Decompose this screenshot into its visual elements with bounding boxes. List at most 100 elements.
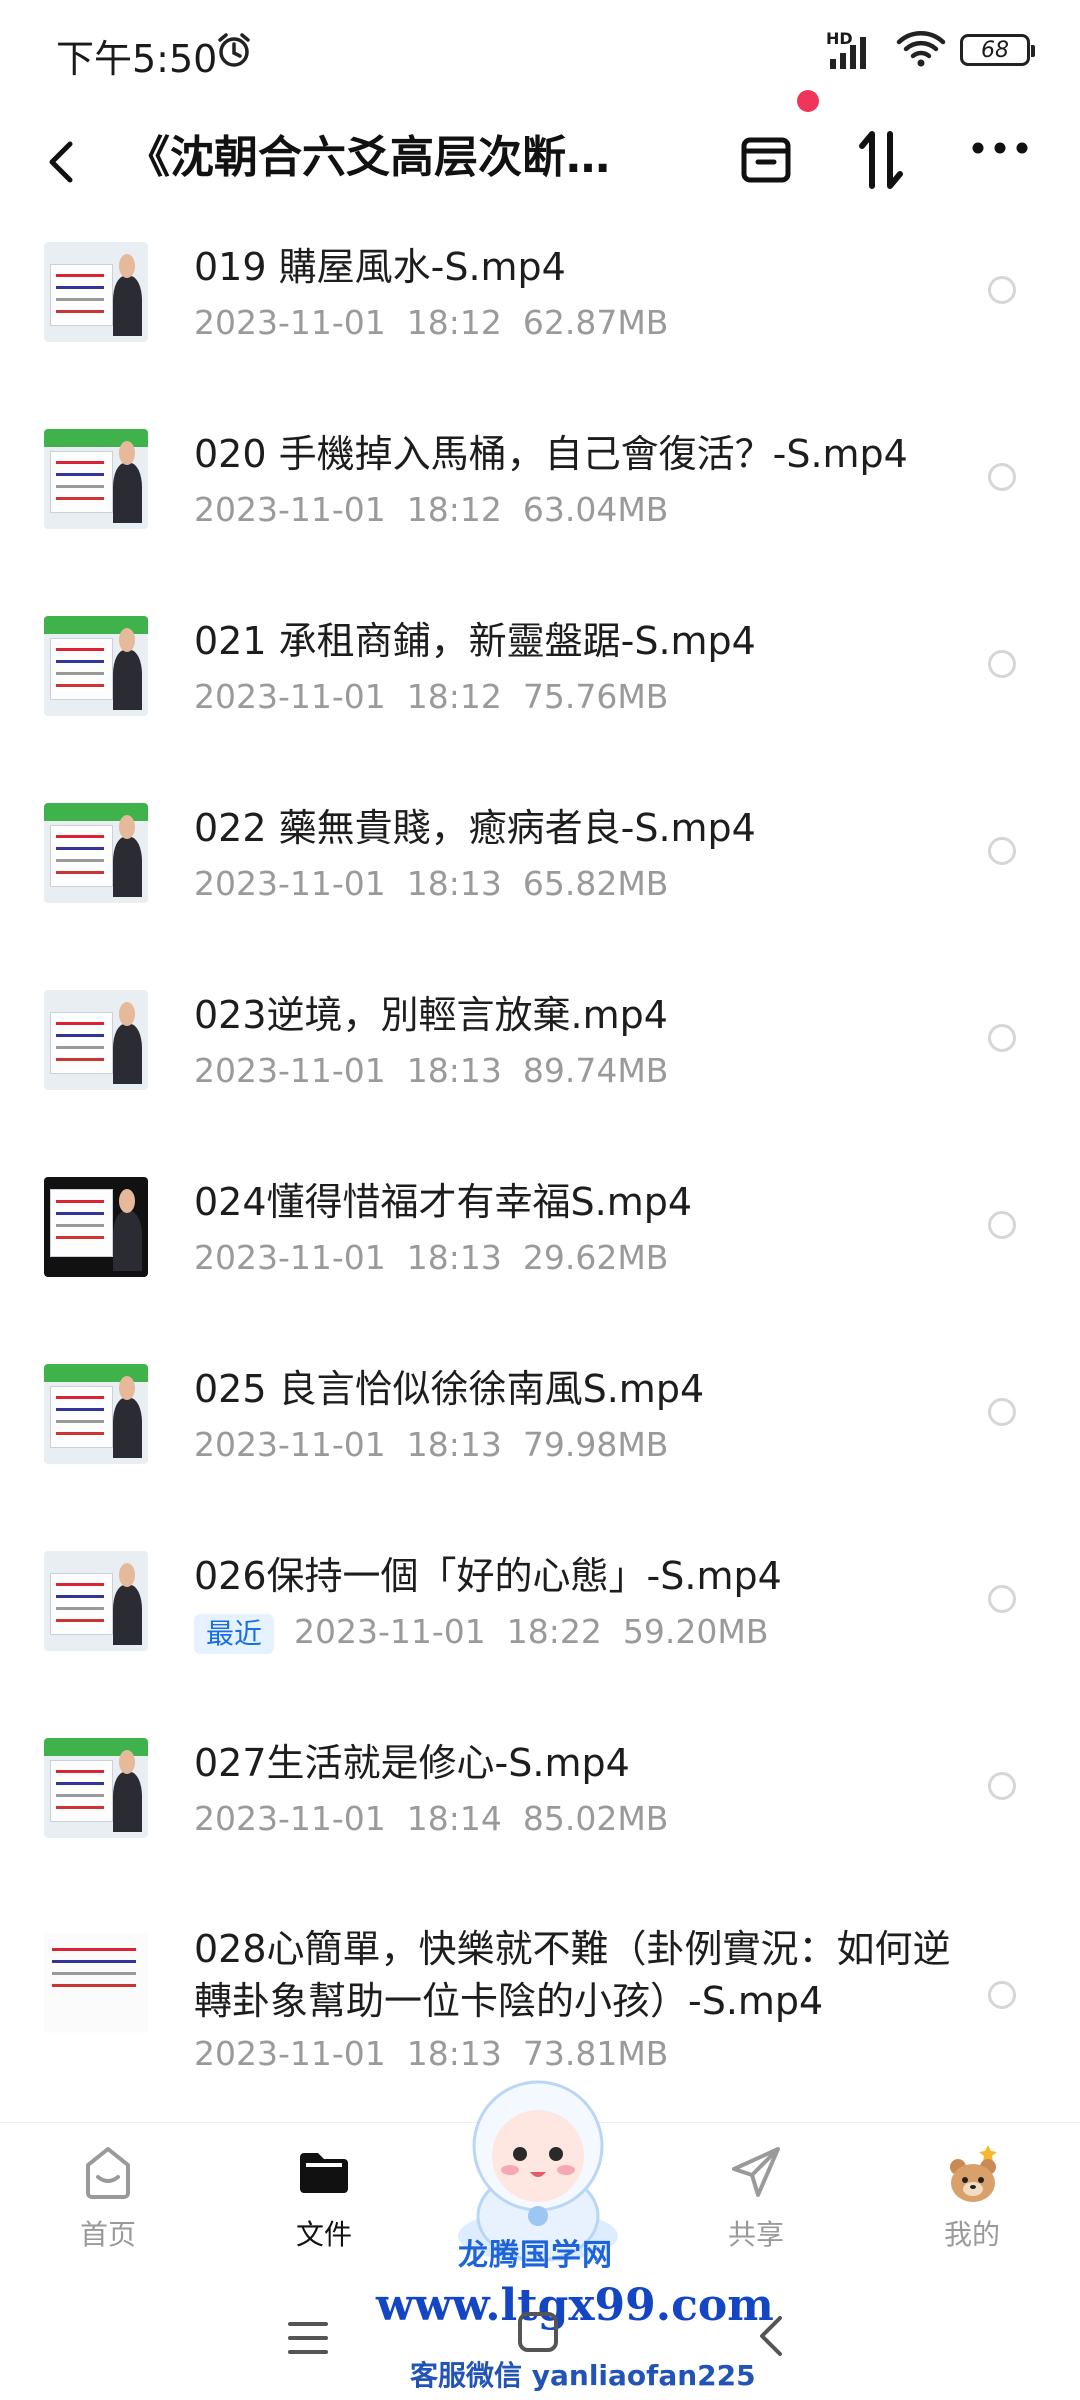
file-size: 29.62MB [522,1238,669,1277]
video-thumbnail [44,1364,148,1464]
bear-avatar-icon [944,2143,1004,2209]
file-name: 025 良言恰似徐徐南風S.mp4 [194,1367,705,1411]
battery-icon: 68 [960,34,1035,66]
cell-signal-icon: HD [826,29,882,71]
file-date: 2023-11-01 [194,1238,386,1277]
file-size: 75.76MB [522,677,669,716]
file-size: 85.02MB [522,1799,669,1838]
list-item[interactable]: 022 藥無貴賤，癒病者良-S.mp4 2023-11-01 18:13 65.… [0,781,1080,968]
file-name: 028心簡單，快樂就不難（卦例實況：如何逆轉卦象幫助一位卡陰的小孩）-S.mp4 [194,1927,951,2023]
nav-home[interactable]: 首页 [38,2123,178,2283]
list-item[interactable]: 027生活就是修心-S.mp4 2023-11-01 18:14 85.02MB [0,1716,1080,1903]
select-radio[interactable] [988,1585,1016,1613]
file-time: 18:13 [406,1425,502,1464]
video-thumbnail [44,990,148,1090]
nav-me[interactable]: 我的 [902,2123,1042,2283]
notification-dot [797,90,819,112]
home-icon [80,2143,136,2207]
file-meta: 2023-11-01 18:13 89.74MB [194,1048,668,1094]
file-time: 18:12 [406,677,502,716]
file-name: 020 手機掉入馬桶，自己會復活？-S.mp4 [194,432,908,476]
file-size: 79.98MB [522,1425,669,1464]
file-name: 019 購屋風水-S.mp4 [194,245,566,289]
file-name: 027生活就是修心-S.mp4 [194,1741,630,1785]
file-date: 2023-11-01 [194,490,386,529]
file-name: 022 藥無貴賤，癒病者良-S.mp4 [194,806,756,850]
nav-share-label: 共享 [727,2218,784,2251]
select-radio[interactable] [988,276,1016,304]
file-time: 18:22 [506,1612,602,1651]
select-radio[interactable] [988,1398,1016,1426]
watermark-wechat: 客服微信 yanliaofan225 [410,2359,756,2392]
select-radio[interactable] [988,1772,1016,1800]
watermark-site-name: 龙腾国学网 [458,2238,613,2273]
file-name: 026保持一個「好的心態」-S.mp4 [194,1554,782,1598]
file-meta: 2023-11-01 18:13 79.98MB [194,1422,668,1468]
file-meta: 最近 2023-11-01 18:22 59.20MB [194,1609,768,1655]
select-radio[interactable] [988,1981,1016,2009]
sort-icon[interactable] [856,124,908,200]
list-item[interactable]: 024懂得惜福才有幸福S.mp4 2023-11-01 18:13 29.62M… [0,1155,1080,1342]
list-item[interactable]: 023逆境，別輕言放棄.mp4 2023-11-01 18:13 89.74MB [0,968,1080,1155]
nav-home-label: 首页 [79,2218,136,2251]
file-time: 18:13 [406,864,502,903]
select-radio[interactable] [988,1024,1016,1052]
list-item[interactable]: 026保持一個「好的心態」-S.mp4 最近 2023-11-01 18:22 5… [0,1529,1080,1716]
more-options-icon[interactable] [970,140,1030,160]
list-item[interactable]: 020 手機掉入馬桶，自己會復活？-S.mp4 2023-11-01 18:12… [0,407,1080,594]
video-thumbnail [44,1551,148,1651]
list-item[interactable]: 019 購屋風水-S.mp4 2023-11-01 18:12 62.87MB [0,220,1080,407]
select-radio[interactable] [988,837,1016,865]
file-size: 62.87MB [522,303,669,342]
nav-me-label: 我的 [943,2218,1000,2251]
file-name: 021 承租商鋪，新靈盤踞-S.mp4 [194,619,756,663]
file-date: 2023-11-01 [294,1612,486,1651]
file-date: 2023-11-01 [194,1425,386,1464]
page-title: 《沈朝合六爻高层次断… [126,132,610,183]
wifi-icon [896,28,946,72]
nav-files-label: 文件 [295,2218,352,2251]
app-header: 《沈朝合六爻高层次断… [0,90,1080,220]
file-list: 019 購屋風水-S.mp4 2023-11-01 18:12 62.87MB … [0,220,1080,2135]
file-name: 024懂得惜福才有幸福S.mp4 [194,1180,693,1224]
nav-share[interactable]: 共享 [686,2123,826,2283]
file-meta: 2023-11-01 18:12 63.04MB [194,487,668,533]
list-item[interactable]: 021 承租商鋪，新靈盤踞-S.mp4 2023-11-01 18:12 75.… [0,594,1080,781]
file-date: 2023-11-01 [194,677,386,716]
file-size: 89.74MB [522,1051,669,1090]
file-meta: 2023-11-01 18:13 65.82MB [194,861,668,907]
file-time: 18:14 [406,1799,502,1838]
file-date: 2023-11-01 [194,2034,386,2073]
select-radio[interactable] [988,463,1016,491]
select-radio[interactable] [988,650,1016,678]
back-arrow-icon[interactable] [44,138,80,190]
file-time: 18:13 [406,1238,502,1277]
video-thumbnail [44,429,148,529]
file-meta: 2023-11-01 18:12 75.76MB [194,674,668,720]
video-thumbnail [44,1177,148,1277]
watermark-url: www.ltgx99.com [376,2280,774,2331]
video-thumbnail [44,242,148,342]
file-name: 023逆境，別輕言放棄.mp4 [194,993,668,1037]
nav-files[interactable]: 文件 [254,2123,394,2283]
video-thumbnail [44,1933,148,2033]
file-date: 2023-11-01 [194,1051,386,1090]
select-radio[interactable] [988,1211,1016,1239]
video-thumbnail [44,1738,148,1838]
file-time: 18:13 [406,1051,502,1090]
file-meta: 2023-11-01 18:14 85.02MB [194,1796,668,1842]
file-meta: 2023-11-01 18:12 62.87MB [194,300,668,346]
file-date: 2023-11-01 [194,864,386,903]
recent-badge: 最近 [194,1613,275,1654]
file-size: 59.20MB [622,1612,769,1651]
system-back-icon[interactable] [756,2314,786,2362]
system-menu-icon[interactable] [286,2318,330,2362]
archive-box-icon[interactable] [736,126,796,196]
file-date: 2023-11-01 [194,303,386,342]
file-meta: 2023-11-01 18:13 29.62MB [194,1235,668,1281]
alarm-icon [214,30,254,74]
folder-icon [296,2143,352,2207]
list-item[interactable]: 025 良言恰似徐徐南風S.mp4 2023-11-01 18:13 79.98… [0,1342,1080,1529]
system-home-icon[interactable] [516,2310,560,2358]
file-size: 63.04MB [522,490,669,529]
